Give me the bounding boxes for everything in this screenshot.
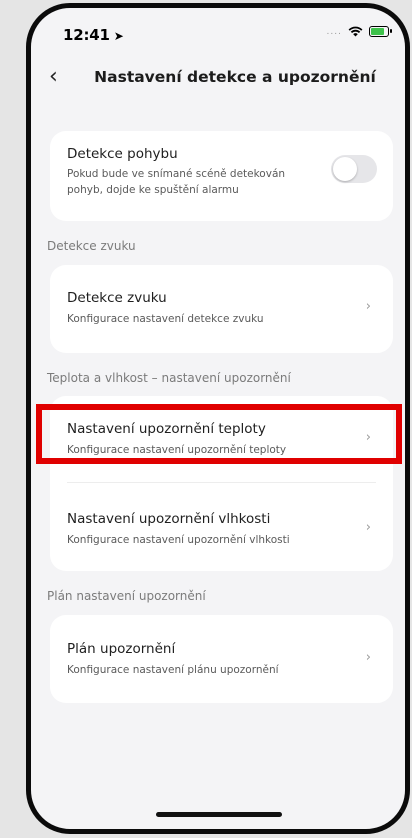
alert-schedule-card[interactable]: Plán upozornění Konfigurace nastavení pl…: [50, 615, 393, 703]
section-label-sound: Detekce zvuku: [47, 239, 136, 253]
status-icons: ....: [326, 26, 392, 37]
signal-icon: ....: [326, 26, 342, 37]
toggle-knob: [333, 157, 357, 181]
chevron-left-icon[interactable]: ‹: [49, 64, 58, 89]
battery-charging-icon: [369, 26, 392, 37]
alert-schedule-subtitle: Konfigurace nastavení plánu upozornění: [67, 664, 279, 676]
humidity-alert-row[interactable]: Nastavení upozornění vlhkosti Konfigurac…: [50, 483, 393, 571]
alert-schedule-title: Plán upozornění: [67, 641, 176, 657]
highlight-box: [36, 404, 402, 464]
chevron-right-icon: ›: [365, 650, 371, 665]
motion-detection-toggle[interactable]: [331, 155, 377, 183]
chevron-right-icon: ›: [365, 299, 371, 314]
navigation-header: ‹ Nastavení detekce a upozornění: [31, 56, 405, 100]
section-label-schedule: Plán nastavení upozornění: [47, 589, 206, 603]
location-arrow-icon: ➤: [113, 29, 124, 43]
motion-detection-title: Detekce pohybu: [67, 146, 178, 162]
wifi-icon: [348, 26, 363, 37]
sound-detection-title: Detekce zvuku: [67, 290, 167, 306]
status-time-text: 12:41: [63, 26, 110, 44]
battery-level: [371, 28, 384, 35]
motion-detection-description-line1: Pokud bude ve snímané scéně detekován: [67, 168, 286, 180]
status-time: 12:41 ➤: [63, 26, 124, 44]
page-title: Nastavení detekce a upozornění: [94, 68, 376, 86]
section-label-temp-humidity: Teplota a vlhkost – nastavení upozornění: [47, 371, 291, 385]
motion-detection-card: Detekce pohybu Pokud bude ve snímané scé…: [50, 131, 393, 221]
sound-detection-subtitle: Konfigurace nastavení detekce zvuku: [67, 313, 264, 325]
home-indicator[interactable]: [156, 812, 282, 817]
sound-detection-card[interactable]: Detekce zvuku Konfigurace nastavení dete…: [50, 265, 393, 353]
motion-detection-description-line2: pohyb, dojde ke spuštění alarmu: [67, 184, 239, 196]
humidity-alert-title: Nastavení upozornění vlhkosti: [67, 511, 271, 527]
chevron-right-icon: ›: [365, 520, 371, 535]
humidity-alert-subtitle: Konfigurace nastavení upozornění vlhkost…: [67, 534, 290, 546]
status-bar: 12:41 ➤ ....: [31, 8, 405, 56]
battery-cap: [390, 29, 392, 33]
